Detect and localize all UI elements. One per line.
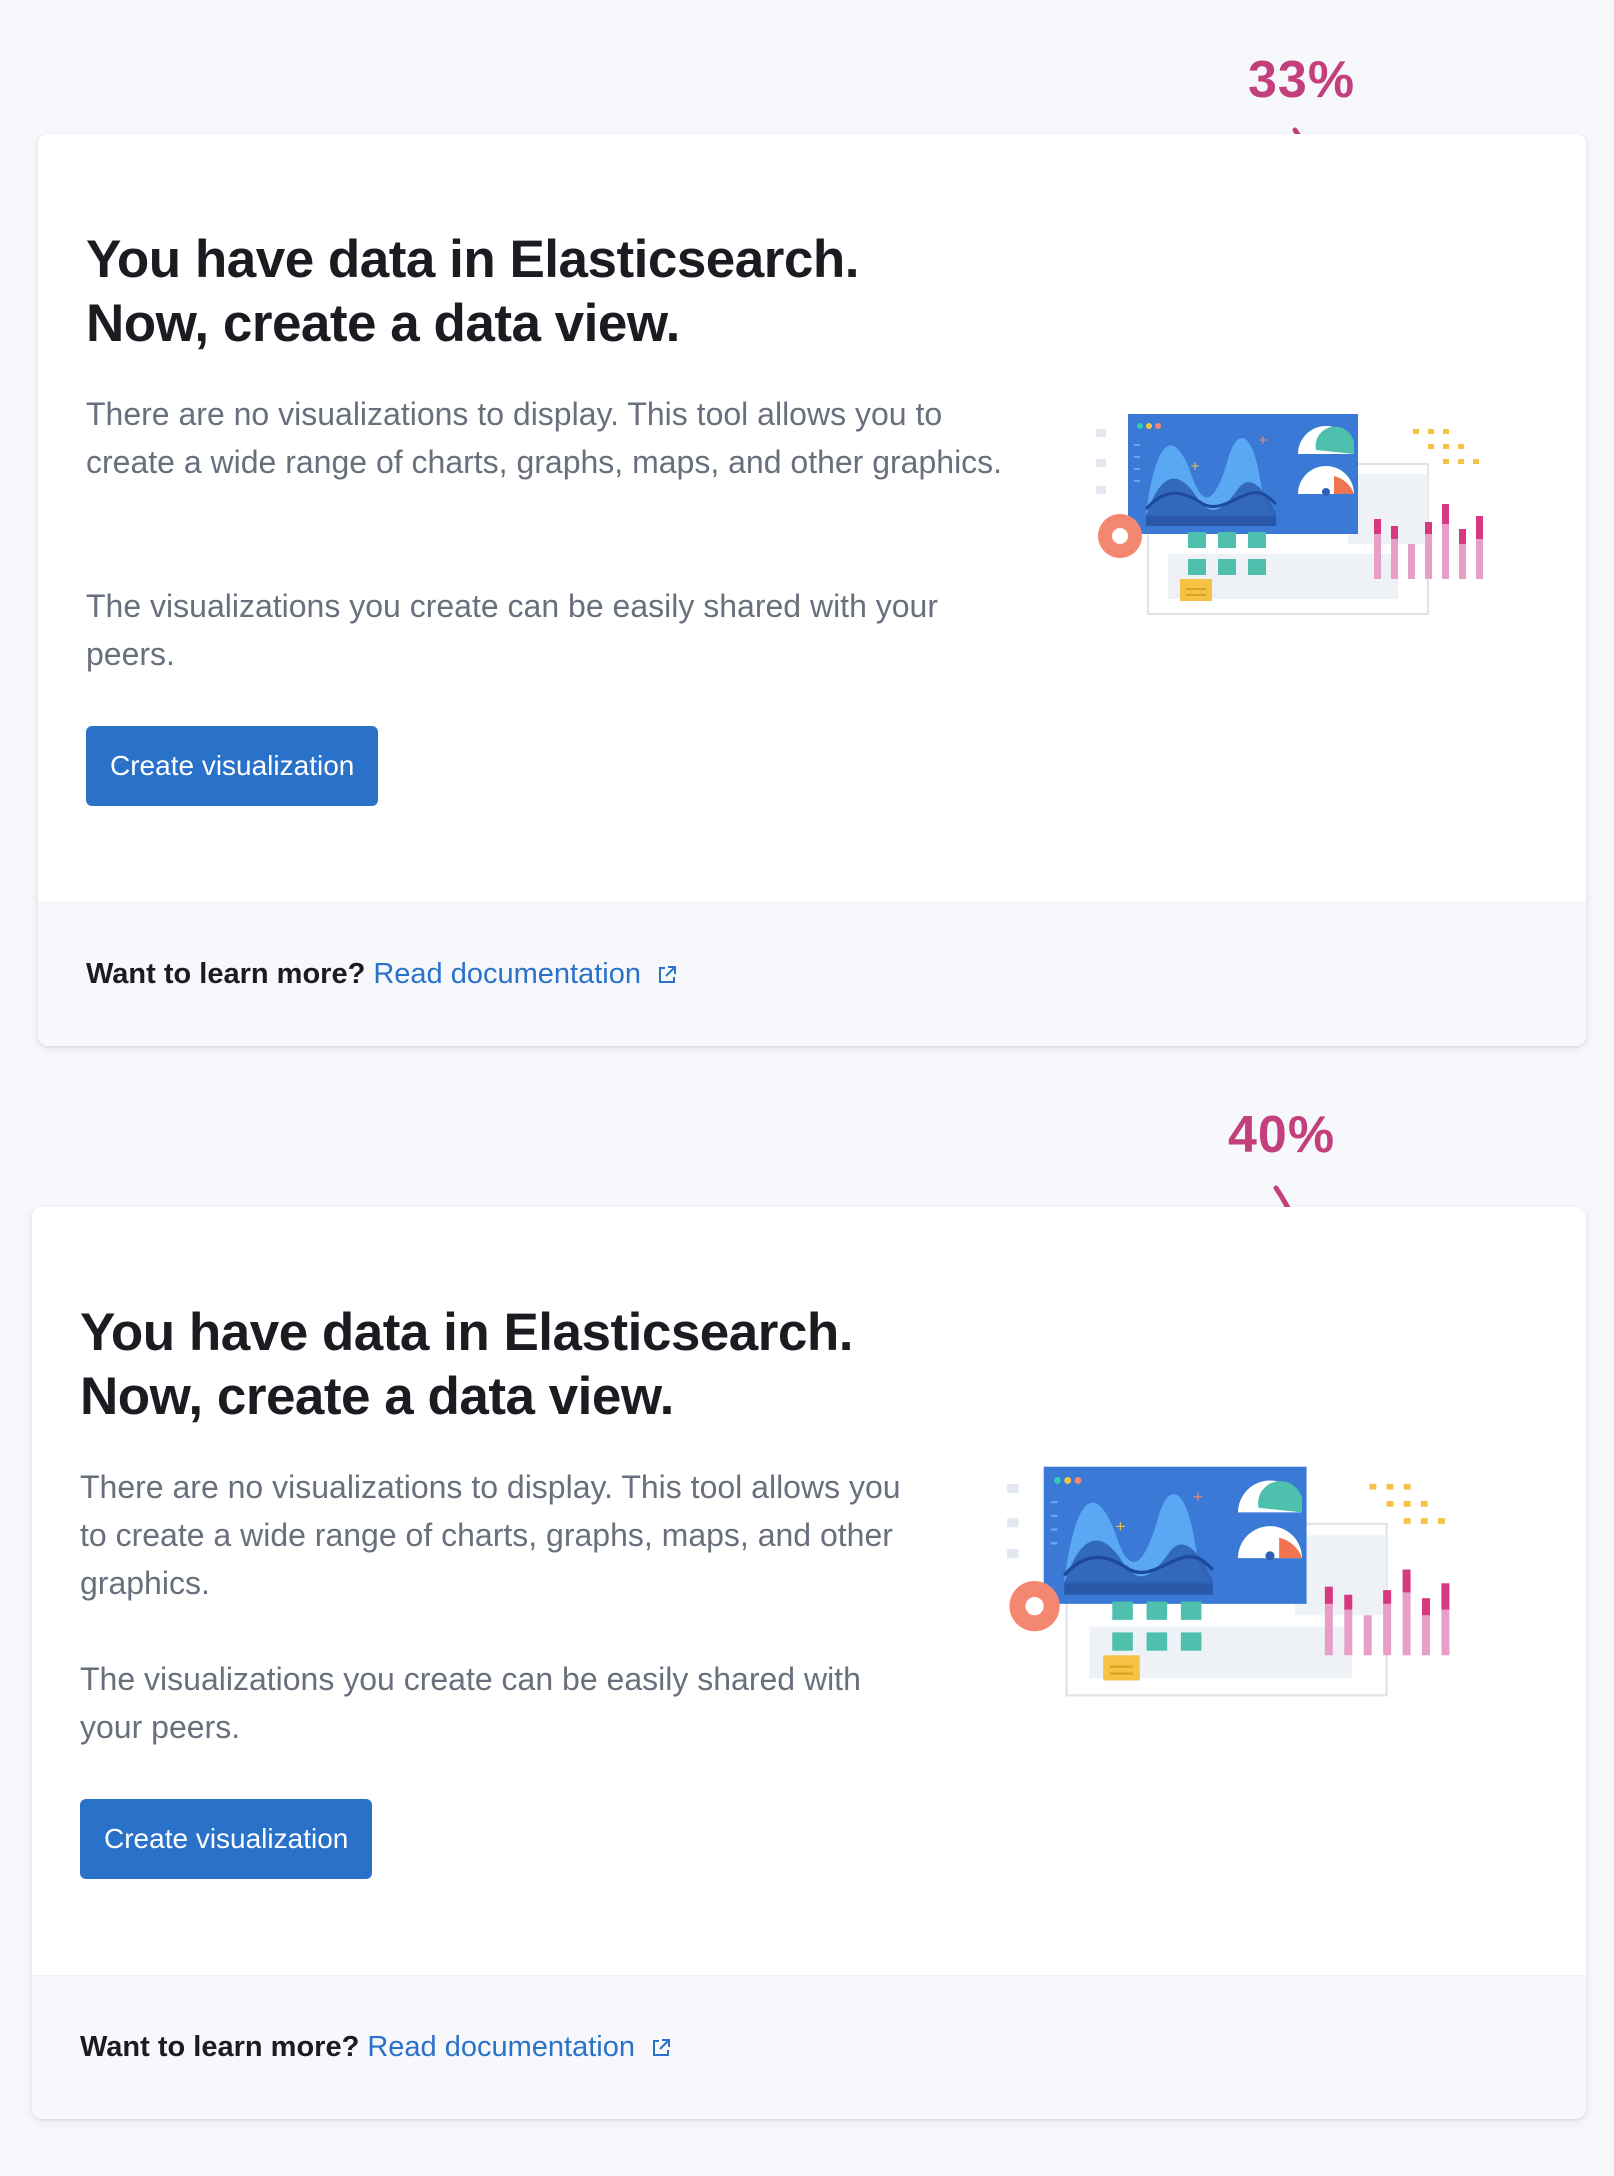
annotation-percent-bottom: 40% (1228, 1106, 1336, 1164)
external-link-icon (649, 2036, 673, 2060)
title-line-1: You have data in Elasticsearch. (80, 1303, 853, 1362)
read-documentation-link[interactable]: Read documentation (373, 958, 679, 990)
dashboard-illustration (998, 1455, 1478, 1707)
read-documentation-label: Read documentation (367, 2031, 635, 2063)
title-line-1: You have data in Elasticsearch. (86, 230, 859, 289)
read-documentation-link[interactable]: Read documentation (367, 2031, 673, 2063)
description-paragraph-2: The visualizations you create can be eas… (86, 588, 938, 672)
panel-title: You have data in Elasticsearch. Now, cre… (80, 1301, 980, 1429)
create-visualization-button[interactable]: Create visualization (86, 726, 379, 806)
dashboard-illustration (1088, 404, 1508, 624)
description-paragraph-1: There are no visualizations to display. … (86, 396, 1003, 480)
panel-footer: Want to learn more? Read documentation (38, 902, 1586, 1046)
panel-title: You have data in Elasticsearch. Now, cre… (86, 228, 986, 356)
panel-footer: Want to learn more? Read documentation (32, 1975, 1586, 2119)
title-line-2: Now, create a data view. (86, 294, 680, 353)
read-documentation-label: Read documentation (373, 958, 641, 990)
empty-state-panel-2: You have data in Elasticsearch. Now, cre… (32, 1207, 1586, 2119)
annotation-percent-top: 33% (1248, 51, 1356, 109)
learn-more-row: Want to learn more? Read documentation (86, 954, 679, 994)
learn-more-question: Want to learn more? (80, 2031, 360, 2063)
create-visualization-button[interactable]: Create visualization (80, 1799, 373, 1879)
learn-more-question: Want to learn more? (86, 958, 366, 990)
description-paragraph-2: The visualizations you create can be eas… (80, 1661, 861, 1745)
empty-state-panel-1: You have data in Elasticsearch. Now, cre… (38, 134, 1586, 1046)
title-line-2: Now, create a data view. (80, 1367, 674, 1426)
external-link-icon (655, 963, 679, 987)
learn-more-row: Want to learn more? Read documentation (80, 2027, 673, 2067)
description-paragraph-1: There are no visualizations to display. … (80, 1469, 901, 1601)
